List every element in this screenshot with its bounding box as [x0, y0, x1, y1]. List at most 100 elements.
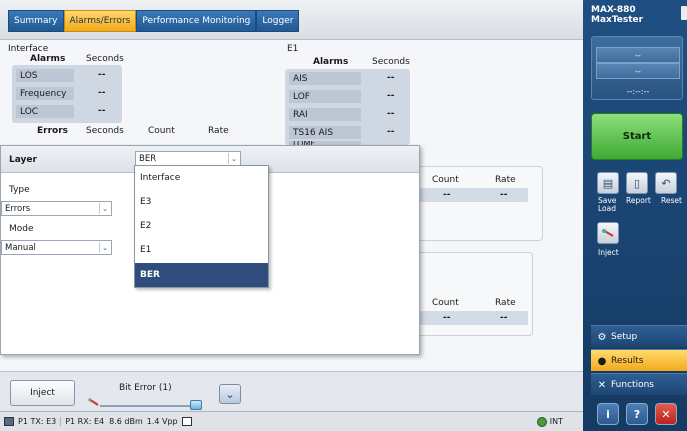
help-icon[interactable]: ? [626, 403, 648, 425]
right-sidebar: MAX-880 MaxTester -- -- --:--:-- Start ▤… [583, 0, 687, 431]
tab-performance-monitoring[interactable]: Performance Monitoring [136, 10, 257, 32]
status-vpp: 1.4 Vpp [146, 417, 178, 426]
type-label: Type [9, 185, 30, 195]
alarm-rai: RAI [289, 108, 361, 121]
clock-icon [536, 416, 547, 427]
port-icon [4, 417, 14, 426]
alarm-los: LOS [16, 69, 74, 82]
device-name: MAX-880 MaxTester [591, 5, 643, 25]
stats1-rate-header: Rate [495, 175, 516, 185]
stats2-rate: -- [500, 313, 508, 323]
inject-icon-left [88, 398, 100, 406]
timer-line-2: -- [596, 63, 680, 79]
alarm-frequency-value: -- [98, 88, 106, 98]
stats1-rate: -- [500, 190, 508, 200]
stats-panel-1 [410, 166, 543, 241]
setup-button[interactable]: ⚙ Setup [591, 325, 687, 347]
interface-errors-header: Errors [37, 126, 69, 136]
save-load-label: Save Load [598, 196, 617, 213]
layer-option-interface[interactable]: Interface [135, 166, 268, 190]
alarm-los-value: -- [98, 70, 106, 80]
inject-tool-label: Inject [598, 248, 619, 257]
battery-icon [681, 6, 687, 20]
functions-button[interactable]: ✕ Functions [591, 373, 687, 395]
layer-select[interactable]: BER ⌄ [135, 151, 241, 166]
results-label: Results [611, 355, 644, 366]
interface-err-seconds-header: Seconds [86, 126, 124, 136]
results-button[interactable]: ● Results [591, 349, 687, 371]
timer-line-1: -- [596, 47, 680, 63]
stats2-rate-header: Rate [495, 298, 516, 308]
chevron-down-icon: ⌄ [99, 242, 110, 253]
tab-logger[interactable]: Logger [256, 10, 300, 32]
alarm-loc: LOC [16, 105, 74, 118]
alarm-ais-value: -- [387, 73, 395, 83]
layer-select-value: BER [139, 153, 157, 164]
status-power: 8.6 dBm [109, 417, 143, 426]
info-icon[interactable]: i [597, 403, 619, 425]
interface-count-header: Count [148, 126, 175, 136]
timer-panel: -- -- --:--:-- [591, 36, 683, 100]
inject-bar: Inject Bit Error (1) ⌄ [0, 371, 583, 411]
type-select[interactable]: Errors ⌄ [1, 201, 112, 216]
slider-handle-icon[interactable] [190, 400, 202, 410]
interface-alarms-header: Alarms [30, 54, 66, 64]
e1-alarms-header: Alarms [313, 57, 349, 67]
tab-list: Summary Alarms/Errors Performance Monito… [8, 10, 300, 32]
e1-seconds-header: Seconds [372, 57, 410, 67]
expand-chevron-button[interactable]: ⌄ [219, 384, 241, 404]
alarm-rai-value: -- [387, 109, 395, 119]
layer-option-e2[interactable]: E2 [135, 214, 268, 238]
mode-select[interactable]: Manual ⌄ [1, 240, 112, 255]
stats1-row [420, 188, 528, 202]
layer-option-e3[interactable]: E3 [135, 190, 268, 214]
stats1-count-header: Count [432, 175, 459, 185]
bit-error-label: Bit Error (1) [119, 383, 172, 393]
layer-option-e1[interactable]: E1 [135, 238, 268, 262]
reset-label: Reset [661, 196, 682, 205]
close-icon[interactable]: ✕ [655, 403, 677, 425]
stats2-count-header: Count [432, 298, 459, 308]
functions-label: Functions [611, 379, 654, 390]
status-tx: P1 TX: E3 [18, 417, 62, 426]
alarm-lof-value: -- [387, 91, 395, 101]
alarm-loc-value: -- [98, 106, 106, 116]
setup-label: Setup [611, 331, 638, 342]
device-model: MAX-880 [591, 5, 636, 15]
chevron-down-icon: ⌄ [99, 203, 110, 214]
layer-dropdown-list: Interface E3 E2 E1 BER [134, 165, 269, 288]
inject-button[interactable]: Inject [10, 380, 75, 406]
alarm-ais: AIS [289, 72, 361, 85]
inject-tool-icon[interactable] [597, 222, 619, 244]
layer-option-ber[interactable]: BER [135, 263, 268, 287]
stats1-count: -- [443, 190, 451, 200]
results-icon: ● [597, 355, 607, 367]
status-bar: P1 TX: E3 P1 RX: E4 8.6 dBm 1.4 Vpp INT [0, 411, 583, 431]
type-select-value: Errors [5, 203, 31, 214]
tab-bar: Summary Alarms/Errors Performance Monito… [0, 0, 583, 40]
interface-title: Interface [8, 44, 49, 54]
status-clock: INT [549, 417, 563, 426]
save-load-icon[interactable]: ▤ [597, 172, 619, 194]
chevron-down-icon: ⌄ [228, 153, 239, 164]
status-rx: P1 RX: E4 [65, 417, 105, 426]
alarm-ts16-ais: TS16 AIS [289, 126, 361, 139]
mode-select-value: Manual [5, 242, 36, 253]
timer-line-3: --:--:-- [626, 86, 650, 96]
report-icon[interactable]: ▯ [626, 172, 648, 194]
alarm-ts16-ais-value: -- [387, 127, 395, 137]
tab-alarms-errors[interactable]: Alarms/Errors [63, 10, 137, 32]
interface-rate-header: Rate [208, 126, 229, 136]
alarm-frequency: Frequency [16, 87, 74, 100]
e1-title: E1 [287, 44, 299, 54]
grid-icon [181, 417, 192, 426]
interface-seconds-header: Seconds [86, 54, 124, 64]
alarm-lof: LOF [289, 90, 361, 103]
start-button[interactable]: Start [591, 113, 683, 160]
tools-icon: ✕ [597, 379, 607, 391]
tab-summary[interactable]: Summary [8, 10, 64, 32]
bit-error-slider[interactable] [100, 405, 200, 407]
gear-icon: ⚙ [597, 331, 607, 343]
reset-icon[interactable]: ↶ [655, 172, 677, 194]
stats2-row [420, 311, 528, 325]
